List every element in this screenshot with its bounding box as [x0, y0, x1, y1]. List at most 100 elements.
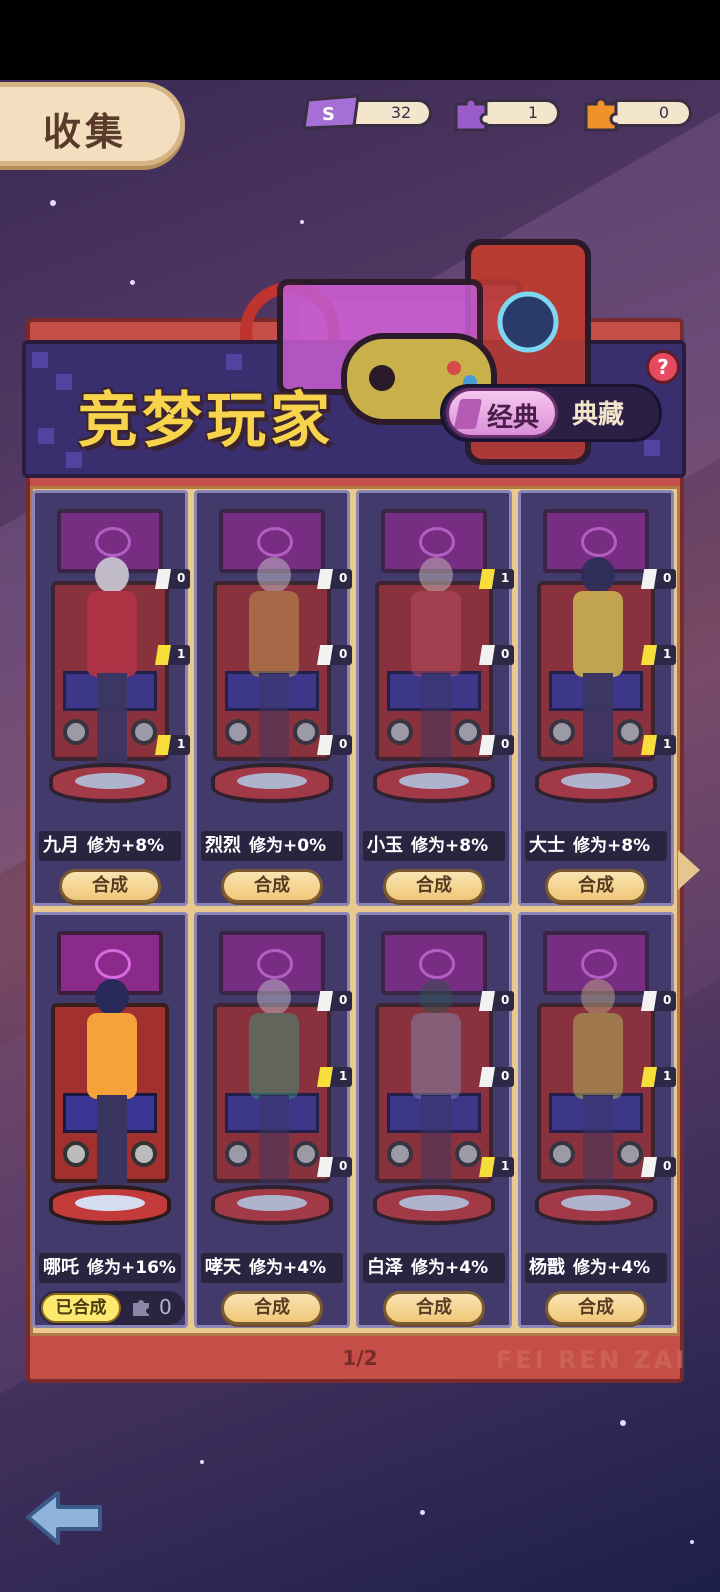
- speaker-icon: [225, 1141, 251, 1167]
- speaker-icon: [293, 1141, 319, 1167]
- theme-title: 竞梦玩家: [78, 386, 334, 456]
- display-base: [373, 1185, 495, 1225]
- character-card[interactable]: 0 1 0 杨戬 修为+4% 合成: [518, 912, 677, 1328]
- character-name: 大士: [529, 835, 565, 856]
- display-base: [211, 1185, 333, 1225]
- character-card[interactable]: 0 0 1 白泽 修为+4% 合成: [356, 912, 515, 1328]
- cultivation-bonus: 修为+0%: [249, 836, 327, 856]
- display-base: [535, 1185, 657, 1225]
- character-card[interactable]: 哪吒 修为+16% 已合成 0: [32, 912, 188, 1328]
- page-title-tab: 收集: [0, 82, 185, 166]
- speaker-icon: [63, 1141, 89, 1167]
- ticket-icon: S: [302, 94, 360, 130]
- merge-button[interactable]: 合成: [383, 1291, 485, 1325]
- display-base: [211, 763, 333, 803]
- merge-button[interactable]: 合成: [59, 869, 161, 903]
- character-stage: [43, 923, 177, 1233]
- speaker-icon: [131, 719, 157, 745]
- owned-status: 已合成 0: [39, 1291, 185, 1325]
- svg-text:S: S: [322, 104, 335, 125]
- speaker-icon: [225, 719, 251, 745]
- tab-classic[interactable]: 经典: [446, 388, 558, 438]
- fragment-count-badge: 0: [325, 1157, 353, 1177]
- speaker-icon: [455, 1141, 481, 1167]
- character-name: 哪吒: [43, 1257, 79, 1278]
- speaker-icon: [455, 719, 481, 745]
- fragment-count-badge: 0: [649, 991, 677, 1011]
- cultivation-bonus: 修为+4%: [573, 1258, 651, 1278]
- fragment-count-badge: 1: [163, 645, 191, 665]
- cultivation-bonus: 修为+16%: [87, 1258, 176, 1278]
- character-info-bar: 烈烈 修为+0%: [201, 831, 343, 861]
- fragment-count-badge: 0: [163, 569, 191, 589]
- character-info-bar: 杨戬 修为+4%: [525, 1253, 667, 1283]
- speaker-icon: [63, 719, 89, 745]
- fragment-count-badge: 0: [649, 1157, 677, 1177]
- puzzle-piece-icon: [133, 1300, 149, 1316]
- fragment-count-badge: 1: [487, 1157, 515, 1177]
- fragment-count-badge: 0: [487, 645, 515, 665]
- speaker-icon: [387, 719, 413, 745]
- fragment-count-badge: 1: [649, 735, 677, 755]
- help-button[interactable]: ?: [646, 350, 680, 384]
- merge-button[interactable]: 合成: [221, 1291, 323, 1325]
- display-base: [49, 1185, 171, 1225]
- character-card[interactable]: 0 1 0 哮天 修为+4% 合成: [194, 912, 353, 1328]
- fragment-count-badge: 0: [325, 735, 353, 755]
- display-base: [373, 763, 495, 803]
- spare-fragment-count: 0: [159, 1295, 172, 1319]
- page-title: 收集: [43, 110, 128, 154]
- speaker-icon: [617, 719, 643, 745]
- cultivation-bonus: 修为+4%: [249, 1258, 327, 1278]
- cultivation-bonus: 修为+4%: [411, 1258, 489, 1278]
- speaker-icon: [293, 719, 319, 745]
- character-info-bar: 小玉 修为+8%: [363, 831, 505, 861]
- cultivation-bonus: 修为+8%: [87, 836, 165, 856]
- fragment-count-badge: 0: [649, 569, 677, 589]
- character-card[interactable]: 0 1 1 大士 修为+8% 合成: [518, 490, 677, 906]
- fragment-count-badge: 1: [649, 1067, 677, 1087]
- character-info-bar: 九月 修为+8%: [39, 831, 181, 861]
- character-name: 杨戬: [529, 1257, 565, 1278]
- purple-puzzle-icon: [454, 97, 488, 132]
- speaker-icon: [617, 1141, 643, 1167]
- display-base: [49, 763, 171, 803]
- tab-classic-label: 经典: [487, 403, 540, 433]
- speaker-icon: [549, 1141, 575, 1167]
- character-card[interactable]: 0 1 1 九月 修为+8% 合成: [32, 490, 191, 906]
- fragment-count-badge: 0: [487, 735, 515, 755]
- ticket-count: 32: [390, 103, 412, 122]
- merge-button[interactable]: 合成: [221, 869, 323, 903]
- fragment-count-badge: 1: [487, 569, 515, 589]
- purple-piece-count: 1: [527, 103, 539, 122]
- character-name: 小玉: [367, 835, 403, 856]
- fragment-count-badge: 0: [325, 645, 353, 665]
- speaker-icon: [549, 719, 575, 745]
- merged-button[interactable]: 已合成: [41, 1293, 121, 1323]
- cultivation-bonus: 修为+8%: [573, 836, 651, 856]
- tab-collectors[interactable]: 典藏: [572, 394, 624, 431]
- card-icon: [453, 399, 483, 429]
- watermark: FEI REN ZAI: [496, 1346, 688, 1374]
- character-name: 哮天: [205, 1257, 241, 1278]
- character-name: 烈烈: [205, 835, 241, 856]
- character-name: 白泽: [367, 1257, 403, 1278]
- merge-button[interactable]: 合成: [545, 1291, 647, 1325]
- merge-button[interactable]: 合成: [383, 869, 485, 903]
- speaker-icon: [387, 1141, 413, 1167]
- fragment-count-badge: 1: [325, 1067, 353, 1087]
- speaker-icon: [131, 1141, 157, 1167]
- character-card[interactable]: 1 0 0 小玉 修为+8% 合成: [356, 490, 515, 906]
- fragment-count-badge: 0: [325, 569, 353, 589]
- fragment-count-badge: 0: [487, 991, 515, 1011]
- character-info-bar: 大士 修为+8%: [525, 831, 667, 861]
- fragment-count-badge: 1: [649, 645, 677, 665]
- orange-piece-count: 0: [658, 103, 670, 122]
- character-card[interactable]: 0 0 0 烈烈 修为+0% 合成: [194, 490, 353, 906]
- fragment-count-badge: 0: [487, 1067, 515, 1087]
- orange-puzzle-icon: [584, 97, 618, 132]
- merge-button[interactable]: 合成: [545, 869, 647, 903]
- character-name: 九月: [43, 835, 79, 856]
- back-arrow-icon[interactable]: [24, 1487, 104, 1547]
- character-info-bar: 哮天 修为+4%: [201, 1253, 343, 1283]
